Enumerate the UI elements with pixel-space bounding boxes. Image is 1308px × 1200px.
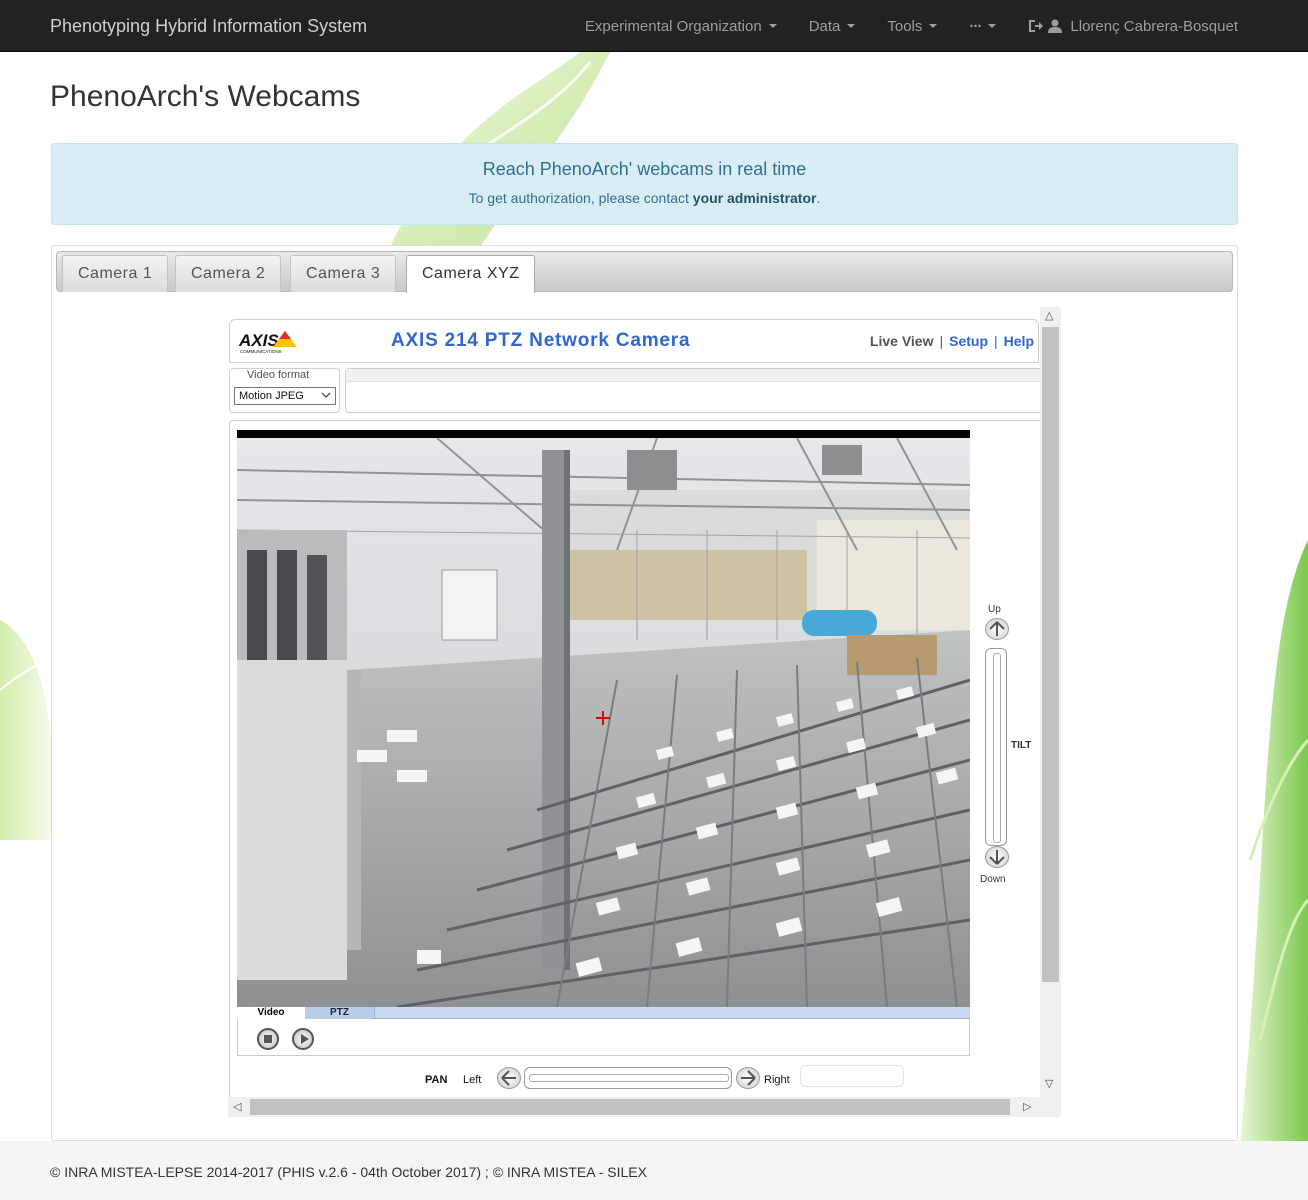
camera-frame: AXIS COMMUNICATIONS AXIS 214 PTZ Network… — [228, 307, 1061, 1117]
footer: © INRA MISTEA-LEPSE 2014-2017 (PHIS v.2.… — [0, 1141, 1308, 1200]
vertical-scroll-thumb[interactable] — [1042, 327, 1059, 982]
tab-ptz[interactable]: PTZ — [305, 1007, 375, 1019]
svg-text:COMMUNICATIONS: COMMUNICATIONS — [240, 349, 282, 354]
tilt-label: TILT — [1011, 740, 1032, 751]
svg-text:AXIS: AXIS — [239, 331, 279, 350]
live-view-box: Video PTZ Up TILT Down — [229, 420, 1044, 1117]
video-format-value: Motion JPEG — [239, 390, 304, 402]
alert-text-after: . — [816, 190, 821, 206]
link-separator: | — [994, 333, 998, 349]
tab-camera-2[interactable]: Camera 2 — [175, 255, 282, 292]
stop-button[interactable] — [257, 1028, 279, 1050]
arrow-up-icon — [989, 621, 1005, 636]
scroll-left-icon[interactable]: ◁ — [233, 1100, 241, 1113]
nav-user[interactable]: Llorenç Cabrera-Bosquet — [1028, 18, 1238, 35]
frame-vertical-scrollbar[interactable]: △ ▽ — [1040, 307, 1061, 1097]
scroll-down-icon[interactable]: ▽ — [1045, 1077, 1053, 1090]
administrator-link[interactable]: your administrator — [693, 190, 817, 206]
nav-more[interactable]: ··· — [969, 17, 997, 35]
tilt-slider[interactable] — [985, 648, 1007, 846]
navbar-brand[interactable]: Phenotyping Hybrid Information System — [50, 16, 367, 37]
camera-title: AXIS 214 PTZ Network Camera — [391, 330, 691, 351]
nav-item-label: ··· — [969, 17, 982, 35]
live-view-link[interactable]: Live View — [870, 333, 934, 349]
footer-copyright: © INRA MISTEA-LEPSE 2014-2017 (PHIS v.2.… — [50, 1164, 647, 1180]
tilt-control: Up TILT Down — [980, 601, 1040, 901]
pan-left-label: Left — [463, 1074, 482, 1086]
alert-text-before: To get authorization, please contact — [468, 190, 693, 206]
alert-text: To get authorization, please contact you… — [52, 190, 1237, 206]
camera-tabs: Camera 1 Camera 2 Camera 3 Camera XYZ — [56, 251, 1233, 293]
navbar-menu: Experimental Organization Data Tools ···… — [553, 0, 1238, 52]
video-format-box: Video format Motion JPEG — [229, 368, 340, 413]
logout-icon[interactable] — [1028, 19, 1044, 33]
tilt-down-button[interactable] — [985, 846, 1009, 868]
toolbar-box — [345, 368, 1045, 413]
pan-left-button[interactable] — [497, 1067, 521, 1089]
camera-video-feed[interactable] — [237, 430, 970, 1007]
arrow-left-icon — [501, 1070, 516, 1086]
tab-camera-1[interactable]: Camera 1 — [62, 255, 169, 292]
tilt-up-label: Up — [988, 604, 1001, 615]
pan-right-button[interactable] — [736, 1067, 760, 1089]
tilt-up-button[interactable] — [985, 618, 1009, 640]
video-tabs: Video PTZ — [237, 1007, 970, 1019]
scroll-right-icon[interactable]: ▷ — [1023, 1100, 1031, 1113]
user-name: Llorenç Cabrera-Bosquet — [1070, 17, 1238, 35]
background-leaf-right — [1240, 540, 1308, 1145]
setup-link[interactable]: Setup — [949, 333, 988, 349]
axis-header: AXIS COMMUNICATIONS AXIS 214 PTZ Network… — [229, 319, 1039, 363]
tilt-down-label: Down — [980, 874, 1006, 885]
chevron-down-icon — [321, 392, 331, 398]
help-link[interactable]: Help — [1004, 333, 1034, 349]
nav-data[interactable]: Data — [809, 18, 856, 35]
pan-right-label: Right — [764, 1074, 790, 1086]
pan-control: PAN Left Right — [228, 1062, 1039, 1102]
caret-down-icon — [768, 24, 777, 28]
nav-item-label: Tools — [887, 17, 923, 35]
tab-camera-3[interactable]: Camera 3 — [290, 255, 397, 292]
user-icon — [1048, 19, 1063, 33]
alert-title: Reach PhenoArch' webcams in real time — [482, 159, 807, 179]
navbar: Phenotyping Hybrid Information System Ex… — [0, 0, 1308, 52]
tab-video[interactable]: Video — [237, 1007, 305, 1019]
page-title: PhenoArch's Webcams — [50, 80, 361, 113]
pan-value-box — [800, 1065, 904, 1087]
camera-links: Live View | Setup | Help — [870, 333, 1034, 349]
axis-logo: AXIS COMMUNICATIONS — [239, 331, 297, 354]
nav-item-label: Experimental Organization — [584, 17, 762, 35]
video-controls — [237, 1019, 970, 1056]
video-format-label: Video format — [247, 369, 310, 381]
caret-down-icon — [988, 24, 997, 28]
caret-down-icon — [847, 24, 856, 28]
nav-experimental-organization[interactable]: Experimental Organization — [585, 18, 777, 35]
arrow-down-icon — [989, 850, 1005, 865]
arrow-right-icon — [741, 1070, 756, 1086]
play-button[interactable] — [292, 1028, 314, 1050]
link-separator: | — [939, 333, 944, 349]
info-alert: Reach PhenoArch' webcams in real time To… — [51, 143, 1238, 225]
tab-camera-xyz[interactable]: Camera XYZ — [406, 255, 536, 293]
pan-label: PAN — [425, 1074, 448, 1086]
nav-tools[interactable]: Tools — [887, 17, 938, 35]
horizontal-scroll-thumb[interactable] — [250, 1099, 1010, 1115]
caret-down-icon — [929, 24, 938, 28]
frame-horizontal-scrollbar[interactable]: ◁ ▷ — [228, 1097, 1061, 1117]
pan-slider[interactable] — [524, 1067, 732, 1089]
nav-item-label: Data — [808, 17, 841, 35]
scroll-up-icon[interactable]: △ — [1045, 309, 1053, 322]
video-format-select[interactable]: Motion JPEG — [234, 387, 336, 405]
